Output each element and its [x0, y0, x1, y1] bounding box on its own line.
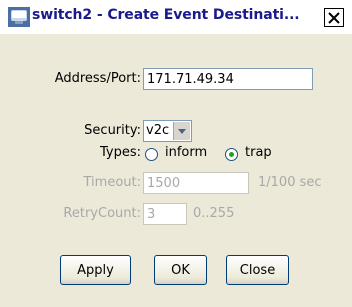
create-event-destination-dialog: switch2 - Create Event Destinati... Addr… [0, 0, 352, 307]
radio-inform[interactable] [145, 148, 158, 161]
security-select[interactable]: v2c [143, 120, 192, 142]
address-port-label: Address/Port: [54, 71, 141, 86]
security-label: Security: [84, 123, 141, 138]
address-port-input[interactable] [143, 68, 313, 90]
close-window-button[interactable] [324, 8, 344, 27]
computer-icon [8, 7, 30, 27]
close-icon [328, 11, 340, 24]
types-label: Types: [99, 145, 141, 160]
window-title: switch2 - Create Event Destinati... [32, 7, 300, 23]
timeout-unit: 1/100 sec [258, 175, 322, 190]
dropdown-arrow[interactable] [173, 122, 190, 140]
close-button[interactable]: Close [226, 255, 289, 285]
security-selected-value: v2c [146, 123, 170, 138]
apply-button[interactable]: Apply [60, 255, 131, 285]
retry-count-label: RetryCount: [63, 206, 141, 221]
title-bar: switch2 - Create Event Destinati... [0, 0, 352, 34]
retry-count-input[interactable] [143, 203, 187, 225]
radio-trap-label: trap [245, 145, 272, 160]
timeout-label: Timeout: [83, 175, 141, 190]
radio-inform-label: inform [165, 145, 208, 160]
retry-count-range: 0..255 [193, 206, 235, 221]
timeout-input[interactable] [143, 172, 249, 194]
radio-trap[interactable] [225, 148, 238, 161]
ok-button[interactable]: OK [154, 255, 207, 285]
chevron-down-icon [178, 128, 186, 134]
